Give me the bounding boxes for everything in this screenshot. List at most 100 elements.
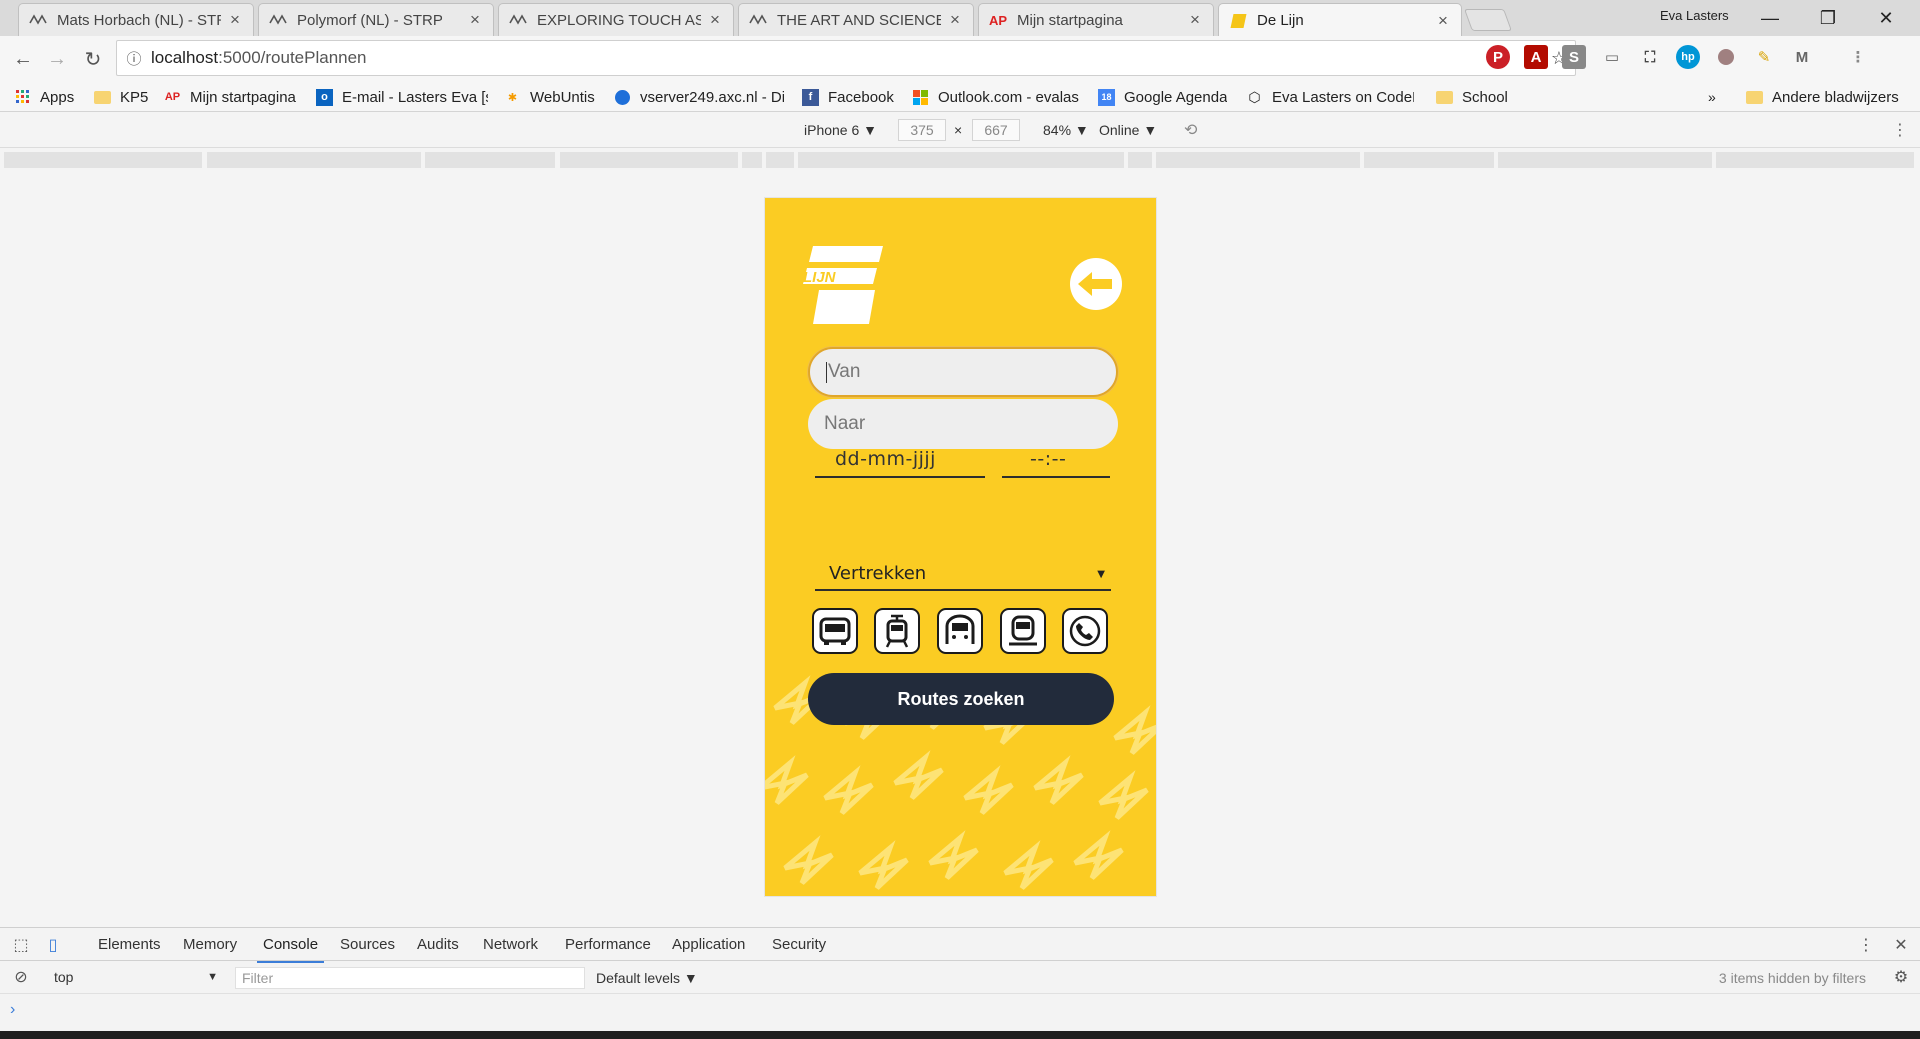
device-select[interactable]: iPhone 6 ▼ (804, 122, 877, 138)
bookmark-kp5[interactable]: KP5 (94, 86, 148, 108)
bookmarks-overflow-button[interactable]: » (1708, 86, 1716, 108)
forward-icon[interactable]: → (42, 44, 72, 74)
tab-application[interactable]: Application (672, 936, 745, 953)
acrobat-icon[interactable]: A (1524, 45, 1548, 69)
minimize-icon[interactable]: — (1746, 2, 1794, 34)
bookmark-google-agenda[interactable]: 18 Google Agenda (1098, 86, 1227, 108)
metro-icon (945, 614, 975, 644)
train-icon (1009, 615, 1037, 646)
close-window-icon[interactable]: ✕ (1862, 2, 1910, 34)
arrow-left-icon (1078, 272, 1112, 296)
train-button[interactable] (1000, 608, 1046, 654)
device-height-input[interactable]: 667 (972, 119, 1020, 141)
close-tab-icon[interactable]: × (1435, 11, 1451, 31)
console-filter-input[interactable]: Filter (235, 967, 585, 989)
clear-console-icon[interactable]: ⊘ (10, 966, 32, 988)
time-input[interactable]: --:-- (1002, 442, 1110, 478)
ap-icon: AP (164, 91, 181, 103)
bookmark-codepen[interactable]: ⬡ Eva Lasters on CodeP (1246, 86, 1414, 108)
from-input[interactable]: Van (808, 347, 1118, 397)
departure-mode-select[interactable]: Vertrekken ▼ (815, 557, 1111, 591)
taskbar (0, 1031, 1920, 1039)
bookmark-apps[interactable]: Apps (14, 86, 74, 108)
tab-elements[interactable]: Elements (98, 936, 161, 953)
browser-tab[interactable]: Polymorf (NL) - STRP × (258, 3, 494, 36)
extension-circle-icon[interactable] (1714, 45, 1738, 69)
restore-icon[interactable]: ❐ (1804, 2, 1852, 34)
strp-icon (269, 11, 287, 29)
device-toggle-icon[interactable]: ▯ (42, 934, 64, 956)
cast-icon[interactable]: ▭ (1600, 45, 1624, 69)
bus-button[interactable] (812, 608, 858, 654)
close-tab-icon[interactable]: × (467, 10, 483, 30)
media-query-bar[interactable] (0, 150, 1920, 170)
tab-title: Mats Horbach (NL) - STR (57, 11, 221, 29)
bookmark-email[interactable]: o E-mail - Lasters Eva [s (316, 86, 488, 108)
log-levels-select[interactable]: Default levels ▼ (596, 970, 698, 986)
tram-button[interactable] (874, 608, 920, 654)
close-tab-icon[interactable]: × (947, 10, 963, 30)
bus-icon (819, 617, 851, 645)
profile-name[interactable]: Eva Lasters (1660, 8, 1729, 23)
pinterest-icon[interactable]: P (1486, 45, 1510, 69)
address-bar[interactable]: ⓘ localhost:5000/routePlannen ⌕ ☆ (116, 40, 1576, 76)
zoom-select[interactable]: 84% ▼ (1043, 122, 1089, 138)
rotate-icon[interactable]: ⟲ (1184, 120, 1197, 140)
tab-sources[interactable]: Sources (340, 936, 395, 953)
metro-button[interactable] (937, 608, 983, 654)
dimension-separator: × (954, 122, 963, 138)
dropdown-arrow-icon: ▼ (207, 971, 218, 983)
device-width-input[interactable]: 375 (898, 119, 946, 141)
stylish-icon[interactable]: S (1562, 45, 1586, 69)
context-select[interactable]: top ▼ (46, 966, 222, 988)
date-input[interactable]: dd-mm-jjjj (815, 442, 985, 478)
other-bookmarks[interactable]: Andere bladwijzers (1746, 86, 1899, 108)
reload-icon[interactable]: ↻ (78, 44, 108, 74)
bookmark-facebook[interactable]: f Facebook (802, 86, 894, 108)
info-icon[interactable]: ⓘ (117, 48, 151, 69)
close-devtools-icon[interactable]: ✕ (1890, 934, 1912, 956)
bookmark-mijn-startpagina[interactable]: AP Mijn startpagina (164, 86, 296, 108)
eyedropper-icon[interactable]: ✎ (1752, 45, 1776, 69)
phone-button[interactable] (1062, 608, 1108, 654)
console-settings-icon[interactable]: ⚙ (1890, 966, 1912, 988)
browser-tab[interactable]: Mats Horbach (NL) - STR × (18, 3, 254, 36)
network-throttle-select[interactable]: Online ▼ (1099, 122, 1157, 138)
close-tab-icon[interactable]: × (707, 10, 723, 30)
strp-icon (509, 11, 527, 29)
browser-tab[interactable]: THE ART AND SCIENCE C × (738, 3, 974, 36)
tab-performance[interactable]: Performance (565, 936, 651, 953)
tab-audits[interactable]: Audits (417, 936, 459, 953)
device-menu-icon[interactable]: ⋮ (1892, 120, 1908, 140)
extension-m-icon[interactable]: M (1790, 45, 1814, 69)
console-prompt[interactable]: › (10, 1001, 15, 1019)
back-icon[interactable]: ← (8, 44, 38, 74)
screenshot-icon[interactable]: ⛶ (1638, 45, 1662, 69)
tab-console[interactable]: Console (256, 936, 325, 963)
close-tab-icon[interactable]: × (1187, 10, 1203, 30)
google-calendar-icon: 18 (1098, 88, 1115, 106)
search-routes-button[interactable]: Routes zoeken (808, 673, 1114, 725)
new-tab-button[interactable] (1463, 9, 1513, 31)
browser-toolbar: ← → ↻ ⓘ localhost:5000/routePlannen ⌕ ☆ … (0, 36, 1920, 82)
hp-icon[interactable]: hp (1676, 45, 1700, 69)
browser-tab[interactable]: AP Mijn startpagina × (978, 3, 1214, 36)
back-button[interactable] (1070, 258, 1122, 310)
outlook-com-icon (912, 89, 929, 106)
menu-dots-icon[interactable]: ⋮ (1846, 45, 1870, 69)
close-tab-icon[interactable]: × (227, 10, 243, 30)
bookmark-webuntis[interactable]: ✱ WebUntis (504, 86, 595, 108)
tab-network[interactable]: Network (483, 936, 538, 953)
devtools-tabbar: ⬚ ▯ Elements Memory Console Sources Audi… (0, 928, 1920, 963)
bookmark-school[interactable]: School (1436, 86, 1508, 108)
browser-tab-active[interactable]: De Lijn × (1218, 3, 1462, 37)
bookmark-outlook-com[interactable]: Outlook.com - evalas (912, 86, 1080, 108)
bookmark-vserver[interactable]: vserver249.axc.nl - Di (614, 86, 784, 108)
inspect-element-icon[interactable]: ⬚ (10, 934, 32, 956)
folder-icon (1436, 89, 1453, 106)
tab-security[interactable]: Security (772, 936, 826, 953)
devtools-menu-icon[interactable]: ⋮ (1855, 934, 1877, 956)
tab-memory[interactable]: Memory (183, 936, 237, 953)
globe-icon (614, 89, 631, 106)
browser-tab[interactable]: EXPLORING TOUCH AS A × (498, 3, 734, 36)
